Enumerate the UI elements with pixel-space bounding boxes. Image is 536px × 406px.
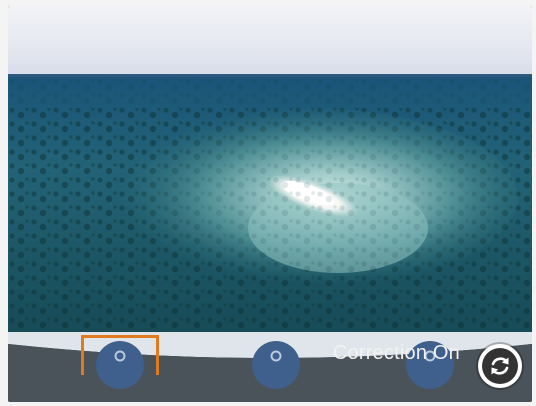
refresh-button[interactable] <box>478 344 522 388</box>
circle-icon <box>270 350 282 362</box>
refresh-icon <box>491 357 509 375</box>
aerial-photo <box>8 78 532 340</box>
correction-status-label: Correction On <box>332 342 460 364</box>
refresh-button-face <box>482 348 518 384</box>
selected-preset-frame <box>81 335 159 375</box>
preset-button-2[interactable] <box>252 341 300 389</box>
camera-preview-screen: Correction On <box>8 6 532 402</box>
aerial-photo-graphic <box>8 78 532 340</box>
sky-area <box>8 6 532 76</box>
